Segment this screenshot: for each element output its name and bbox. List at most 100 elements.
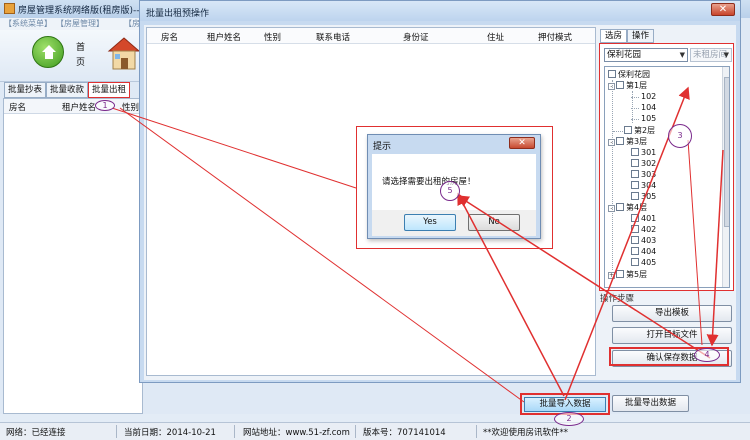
status-welcome: **欢迎使用房讯软件** xyxy=(483,428,569,438)
app-icon xyxy=(4,3,15,14)
checkbox-icon[interactable] xyxy=(631,214,639,222)
col-room: 房名 xyxy=(161,33,179,43)
status-network: 网络：已经连接 xyxy=(6,428,66,438)
room-type-combo-value: 未租房间 xyxy=(693,50,728,60)
menu-house-management[interactable]: 【房屋管理】 xyxy=(56,18,104,29)
collapse-icon[interactable]: - xyxy=(608,83,615,90)
tree-floor-3[interactable]: - 第3层 xyxy=(608,137,647,147)
dialog-close-button[interactable]: ✕ xyxy=(711,3,735,16)
status-divider xyxy=(355,425,356,438)
tree-room[interactable]: 301 xyxy=(631,148,656,158)
tab-operate[interactable]: 操作 xyxy=(627,29,654,43)
tree-room[interactable]: 303 xyxy=(631,170,656,180)
tree-room-label: 404 xyxy=(641,247,657,256)
chevron-down-icon: ▼ xyxy=(723,51,729,59)
checkbox-icon[interactable] xyxy=(624,126,632,134)
main-menubar: 【系统菜单】 【房屋管理】 【房 xyxy=(0,18,145,30)
checkbox-icon[interactable] xyxy=(631,192,639,200)
checkbox-icon[interactable] xyxy=(631,225,639,233)
statusbar: 网络：已经连接 当前日期：2014-10-21 网站地址：www.51-zf.c… xyxy=(0,422,750,440)
tree-floor-5[interactable]: + 第5层 xyxy=(608,270,647,280)
estate-combo[interactable]: 保利花园 ▼ xyxy=(604,48,688,62)
tree-room[interactable]: 105 xyxy=(631,114,656,124)
tree-floor-4[interactable]: - 第4层 xyxy=(608,203,647,213)
home-icon xyxy=(42,45,56,59)
col-deposit-mode: 押付模式 xyxy=(538,33,573,43)
tree-room[interactable]: 102 xyxy=(631,92,656,102)
checkbox-icon[interactable] xyxy=(631,236,639,244)
tab-batch-meter[interactable]: 批量抄表 xyxy=(4,82,46,98)
tree-room[interactable]: 305 xyxy=(631,192,656,202)
collapse-icon[interactable]: - xyxy=(608,205,615,212)
checkbox-icon[interactable] xyxy=(631,170,639,178)
menu-more[interactable]: 【房 xyxy=(124,18,140,29)
menu-system[interactable]: 【系统菜单】 xyxy=(4,18,52,29)
checkbox-icon[interactable] xyxy=(631,258,639,266)
room-select-panel: 保利花园 ▼ 未租房间 ▼ 保利花园 - 第1层 102 104 105 第2层… xyxy=(599,43,734,291)
status-date: 当前日期：2014-10-21 xyxy=(124,428,216,438)
expand-icon[interactable]: + xyxy=(608,272,615,279)
checkbox-icon[interactable] xyxy=(631,148,639,156)
checkbox-icon[interactable] xyxy=(616,270,624,278)
left-grid-header: 房名 租户姓名 性别 xyxy=(4,99,144,114)
tree-room-label: 104 xyxy=(641,103,657,112)
dialog-title: 批量出租预操作 xyxy=(146,9,210,19)
checkbox-icon[interactable] xyxy=(616,137,624,145)
prompt-close-button[interactable]: ✕ xyxy=(509,137,535,149)
home-button[interactable] xyxy=(32,36,64,68)
collapse-icon[interactable]: - xyxy=(608,139,615,146)
tree-floor-2[interactable]: 第2层 xyxy=(613,126,655,136)
tree-room[interactable]: 403 xyxy=(631,236,656,246)
estate-combo-value: 保利花园 xyxy=(607,50,642,60)
tree-room-label: 303 xyxy=(641,170,657,179)
checkbox-icon[interactable] xyxy=(608,70,616,78)
batch-import-button[interactable]: 批量导入数据 xyxy=(524,397,606,412)
yes-button[interactable]: Yes xyxy=(404,214,456,231)
tree-connector xyxy=(631,119,639,120)
tree-scroll-thumb[interactable] xyxy=(724,77,729,227)
tree-room[interactable]: 304 xyxy=(631,181,656,191)
room-type-combo[interactable]: 未租房间 ▼ xyxy=(690,48,732,62)
tree-room[interactable]: 302 xyxy=(631,159,656,169)
tab-batch-rent[interactable]: 批量出租 xyxy=(88,82,130,98)
dialog-titlebar: 批量出租预操作 ✕ xyxy=(140,1,740,21)
no-button[interactable]: No xyxy=(468,214,520,231)
tree-room-label: 301 xyxy=(641,148,657,157)
tab-select-room[interactable]: 选房 xyxy=(600,29,627,43)
house-icon[interactable] xyxy=(106,34,142,72)
tree-floor-label: 第2层 xyxy=(634,126,656,135)
tree-room[interactable]: 405 xyxy=(631,258,656,268)
tree-room-label: 304 xyxy=(641,181,657,190)
chevron-down-icon: ▼ xyxy=(679,51,685,59)
tree-scrollbar[interactable] xyxy=(722,67,729,287)
export-template-button[interactable]: 导出模板 xyxy=(612,305,732,322)
tab-batch-payment[interactable]: 批量收款 xyxy=(46,82,88,98)
checkbox-icon[interactable] xyxy=(631,181,639,189)
tree-root[interactable]: 保利花园 xyxy=(608,70,650,80)
tree-floor-1[interactable]: - 第1层 xyxy=(608,81,647,91)
checkbox-icon[interactable] xyxy=(616,81,624,89)
open-target-file-button[interactable]: 打开目标文件 xyxy=(612,327,732,344)
prompt-message: 请选择需要出租的房屋！ xyxy=(382,177,476,187)
tree-room[interactable]: 401 xyxy=(631,214,656,224)
tree-room[interactable]: 104 xyxy=(631,103,656,113)
tree-floor-label: 第3层 xyxy=(626,137,648,146)
checkbox-icon[interactable] xyxy=(631,159,639,167)
tree-room[interactable]: 402 xyxy=(631,225,656,235)
tree-room-label: 405 xyxy=(641,258,657,267)
checkbox-icon[interactable] xyxy=(631,247,639,255)
left-grid[interactable]: 房名 租户姓名 性别 xyxy=(3,98,144,414)
room-tree[interactable]: 保利花园 - 第1层 102 104 105 第2层 - 第3层 301 302 xyxy=(604,66,730,288)
callout-marker: 1 xyxy=(95,100,115,111)
tree-room[interactable]: 404 xyxy=(631,247,656,257)
status-divider xyxy=(476,425,477,438)
tree-room-label: 105 xyxy=(641,114,657,123)
prompt-footer: Yes No xyxy=(372,210,536,236)
checkbox-icon[interactable] xyxy=(616,203,624,211)
tree-connector xyxy=(631,97,639,98)
batch-export-button[interactable]: 批量导出数据 xyxy=(612,395,689,412)
tree-root-label: 保利花园 xyxy=(618,70,650,79)
status-version: 版本号：707141014 xyxy=(363,428,446,438)
col-phone: 联系电话 xyxy=(316,33,351,43)
tree-connector xyxy=(613,131,623,132)
